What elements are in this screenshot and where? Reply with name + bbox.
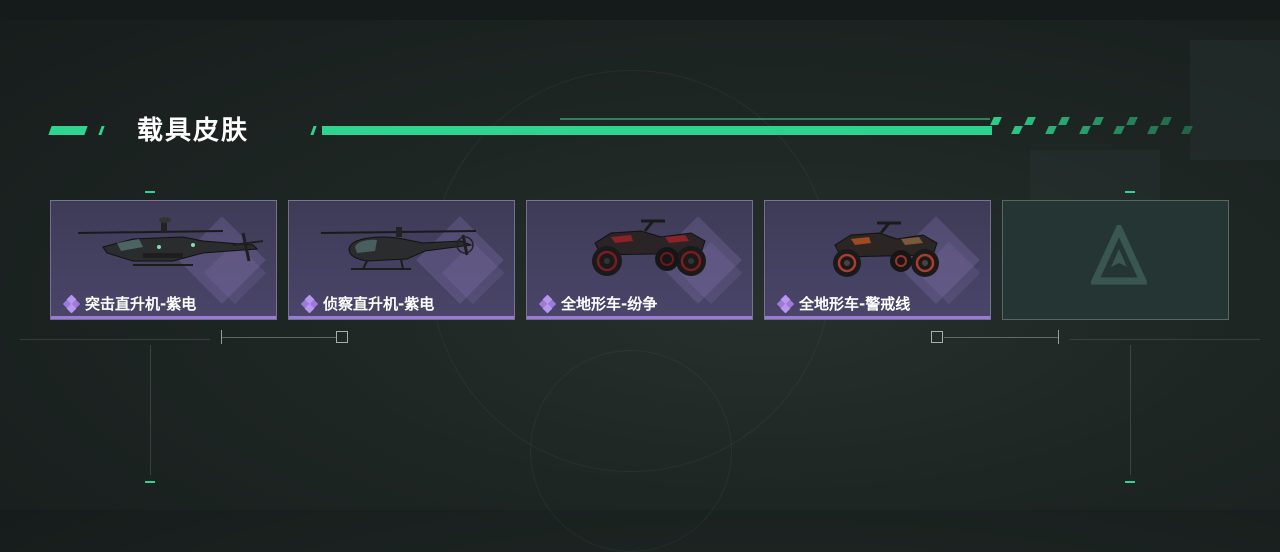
header-thin-line (560, 118, 990, 120)
skin-card[interactable]: 全地形车-纷争 (526, 200, 753, 320)
checker-square (1058, 117, 1070, 125)
corner-marker (1125, 191, 1135, 193)
checker-square (1181, 126, 1193, 134)
ruler-line (20, 339, 210, 340)
purple-diamond-icon (777, 295, 795, 313)
corner-marker (145, 481, 155, 483)
attack-helicopter-icon (77, 217, 264, 266)
purple-diamond-icon (63, 295, 81, 313)
skin-card[interactable]: 突击直升机-紫电 (50, 200, 277, 320)
purple-diamond-icon (301, 295, 319, 313)
rarity-bar (765, 316, 990, 319)
rarity-bar (289, 316, 514, 319)
ruler-line (222, 337, 336, 338)
checker-square (1079, 126, 1091, 134)
game-logo-placeholder-icon (1091, 225, 1147, 285)
rarity-bar (51, 316, 276, 319)
skin-name: 侦察直升机-紫电 (323, 295, 435, 313)
header-checker-pattern (990, 117, 1202, 135)
corner-marker (145, 191, 155, 193)
skin-name: 突击直升机-紫电 (85, 295, 197, 313)
ruler-line (1070, 339, 1260, 340)
rarity-bar (527, 316, 752, 319)
bg-building (1190, 40, 1280, 160)
header-accent-tick (310, 126, 317, 135)
checker-square (1126, 117, 1138, 125)
scout-helicopter-icon (320, 227, 477, 270)
checker-square (1011, 126, 1023, 134)
ruler-box (336, 331, 348, 343)
skin-name: 全地形车-警戒线 (799, 295, 911, 313)
checker-square (1092, 117, 1104, 125)
guide-line (1130, 345, 1131, 475)
checker-square (990, 117, 1002, 125)
header-accent-tick (98, 126, 105, 135)
skin-card[interactable]: 全地形车-警戒线 (764, 200, 991, 320)
header-accent-bar (48, 126, 88, 135)
atv-icon (592, 219, 706, 276)
atv-icon (833, 221, 939, 277)
bg-ring (530, 350, 732, 552)
ruler-box (931, 331, 943, 343)
checker-square (1113, 126, 1125, 134)
purple-diamond-icon (539, 295, 557, 313)
checker-square (1024, 117, 1036, 125)
corner-marker (1125, 481, 1135, 483)
checker-square (1045, 126, 1057, 134)
empty-skin-slot[interactable] (1002, 200, 1229, 320)
skin-name: 全地形车-纷争 (561, 295, 658, 313)
section-title: 载具皮肤 (137, 116, 250, 146)
top-band (0, 0, 1280, 20)
ruler-tick (1058, 330, 1059, 344)
skin-card[interactable]: 侦察直升机-紫电 (288, 200, 515, 320)
header-accent-line (322, 126, 992, 135)
checker-square (1160, 117, 1172, 125)
checker-square (1147, 126, 1159, 134)
ruler-tick (221, 330, 222, 344)
ruler-line (944, 337, 1058, 338)
guide-line (150, 345, 151, 475)
